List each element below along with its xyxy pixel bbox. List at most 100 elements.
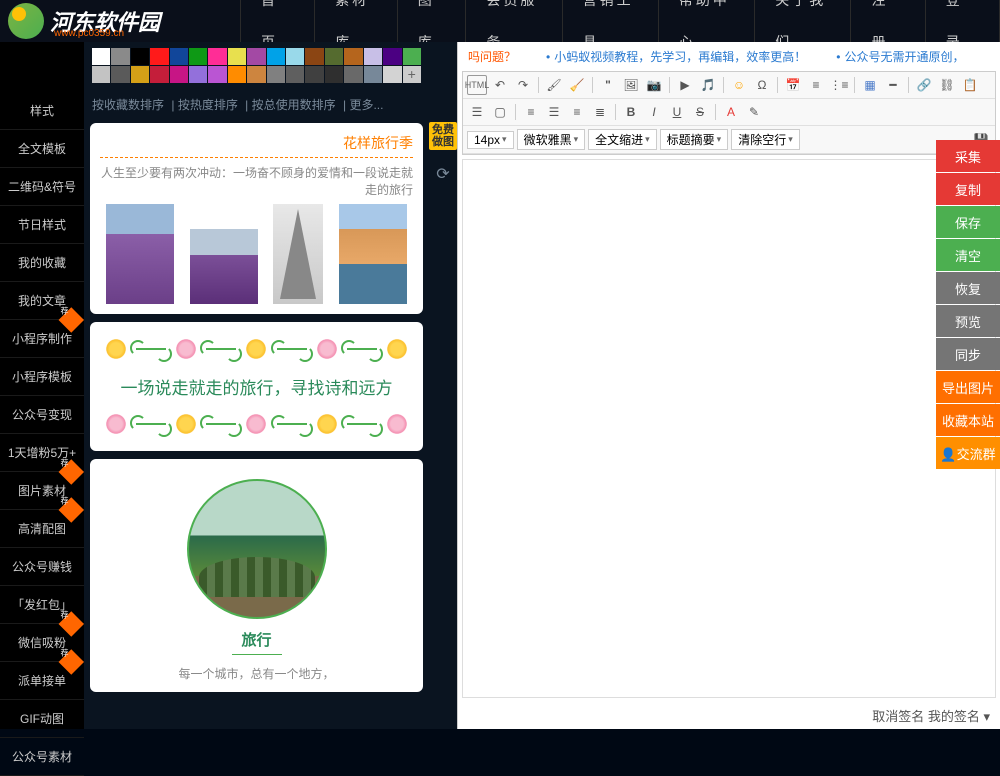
color-swatch[interactable] xyxy=(170,48,188,65)
title-summary-button[interactable]: 标题摘要 xyxy=(660,129,729,150)
announce-1[interactable]: 吗问题？ xyxy=(468,48,516,65)
color-swatch[interactable] xyxy=(305,48,323,65)
italic-button[interactable]: I xyxy=(644,102,664,122)
color-swatch[interactable]: + xyxy=(403,66,421,83)
color-swatch[interactable] xyxy=(403,48,421,65)
undo-button[interactable]: ↶ xyxy=(490,75,510,95)
template-button[interactable]: 📋 xyxy=(960,75,980,95)
hr-button[interactable]: ━ xyxy=(883,75,903,95)
color-swatch[interactable] xyxy=(208,48,226,65)
free-image-button[interactable]: 免费做图 xyxy=(429,122,457,150)
link-button[interactable]: 🔗 xyxy=(914,75,934,95)
right-tool-0[interactable]: 采集 xyxy=(936,140,1000,172)
right-tool-5[interactable]: 预览 xyxy=(936,305,1000,337)
strikethrough-button[interactable]: S xyxy=(690,102,710,122)
table-button[interactable]: ▦ xyxy=(860,75,880,95)
color-swatch[interactable] xyxy=(111,66,129,83)
color-swatch[interactable] xyxy=(189,48,207,65)
template-card-3[interactable]: 旅行 每一个城市，总有一个地方， xyxy=(90,459,423,692)
unordered-list-button[interactable]: ⋮≡ xyxy=(829,75,849,95)
right-tool-3[interactable]: 清空 xyxy=(936,239,1000,271)
color-swatch[interactable] xyxy=(344,48,362,65)
cancel-signature[interactable]: 取消签名 xyxy=(872,709,924,724)
color-swatch[interactable] xyxy=(170,66,188,83)
template-card-1[interactable]: 花样旅行季 人生至少要有两次冲动：一场奋不顾身的爱情和一段说走就走的旅行 xyxy=(90,123,423,314)
color-swatch[interactable] xyxy=(247,66,265,83)
bg-color-button[interactable]: ✎ xyxy=(744,102,764,122)
sidebar-item-11[interactable]: 高清配图 xyxy=(0,510,84,548)
sidebar-item-0[interactable]: 样式 xyxy=(0,92,84,130)
redo-button[interactable]: ↷ xyxy=(513,75,533,95)
emoji-button[interactable]: ☺ xyxy=(729,75,749,95)
color-swatch[interactable] xyxy=(189,66,207,83)
sidebar-item-7[interactable]: 小程序模板 xyxy=(0,358,84,396)
font-size-select[interactable]: 14px xyxy=(467,131,514,149)
ordered-list-button[interactable]: ≡ xyxy=(806,75,826,95)
color-swatch[interactable] xyxy=(228,48,246,65)
color-swatch[interactable] xyxy=(267,66,285,83)
right-tool-6[interactable]: 同步 xyxy=(936,338,1000,370)
font-family-select[interactable]: 微软雅黑 xyxy=(517,129,586,150)
color-swatch[interactable] xyxy=(228,66,246,83)
align-center-button[interactable]: ☰ xyxy=(544,102,564,122)
sidebar-item-6[interactable]: 小程序制作 xyxy=(0,320,84,358)
sidebar-item-1[interactable]: 全文模板 xyxy=(0,130,84,168)
color-swatch[interactable] xyxy=(267,48,285,65)
sidebar-item-2[interactable]: 二维码&符号 xyxy=(0,168,84,206)
unlink-button[interactable]: ⛓ xyxy=(937,75,957,95)
color-swatch[interactable] xyxy=(286,66,304,83)
find-replace-button[interactable]: ▢ xyxy=(490,102,510,122)
color-swatch[interactable] xyxy=(344,66,362,83)
color-swatch[interactable] xyxy=(383,48,401,65)
multi-image-button[interactable]: 📷 xyxy=(644,75,664,95)
align-right-button[interactable]: ≡ xyxy=(567,102,587,122)
sidebar-item-8[interactable]: 公众号变现 xyxy=(0,396,84,434)
editor-content[interactable] xyxy=(462,159,996,698)
color-swatch[interactable] xyxy=(325,48,343,65)
bold-button[interactable]: B xyxy=(621,102,641,122)
color-swatch[interactable] xyxy=(150,48,168,65)
sort-favorites[interactable]: 按收藏数排序 xyxy=(92,98,164,112)
clear-empty-button[interactable]: 清除空行 xyxy=(731,129,800,150)
color-swatch[interactable] xyxy=(208,66,226,83)
right-tool-4[interactable]: 恢复 xyxy=(936,272,1000,304)
video-button[interactable]: ▶ xyxy=(675,75,695,95)
sidebar-item-15[interactable]: 派单接单 xyxy=(0,662,84,700)
color-swatch[interactable] xyxy=(383,66,401,83)
font-color-button[interactable]: A xyxy=(721,102,741,122)
color-swatch[interactable] xyxy=(286,48,304,65)
color-swatch[interactable] xyxy=(305,66,323,83)
sidebar-item-12[interactable]: 公众号赚钱 xyxy=(0,548,84,586)
color-swatch[interactable] xyxy=(131,48,149,65)
sidebar-item-16[interactable]: GIF动图 xyxy=(0,700,84,738)
color-swatch[interactable] xyxy=(364,48,382,65)
color-swatch[interactable] xyxy=(92,66,110,83)
format-painter-button[interactable]: 🖌 xyxy=(544,75,564,95)
sort-more[interactable]: 更多... xyxy=(349,98,383,112)
refresh-icon[interactable]: ⟳ xyxy=(436,164,449,184)
sort-usage[interactable]: 按总使用数排序 xyxy=(252,98,336,112)
color-swatch[interactable] xyxy=(325,66,343,83)
special-char-button[interactable]: Ω xyxy=(752,75,772,95)
color-swatch[interactable] xyxy=(150,66,168,83)
quote-button[interactable]: " xyxy=(598,75,618,95)
align-justify-button[interactable]: ≣ xyxy=(590,102,610,122)
right-tool-7[interactable]: 导出图片 xyxy=(936,371,1000,403)
right-tool-9[interactable]: 👤交流群 xyxy=(936,437,1000,469)
select-all-button[interactable]: ☰ xyxy=(467,102,487,122)
underline-button[interactable]: U xyxy=(667,102,687,122)
color-swatch[interactable] xyxy=(131,66,149,83)
my-signature[interactable]: 我的签名 xyxy=(928,709,980,724)
color-swatch[interactable] xyxy=(247,48,265,65)
right-tool-1[interactable]: 复制 xyxy=(936,173,1000,205)
announce-2[interactable]: •小蚂蚁视频教程，先学习，再编辑，效率更高！ xyxy=(546,48,806,65)
color-swatch[interactable] xyxy=(92,48,110,65)
sort-hot[interactable]: 按热度排序 xyxy=(178,98,238,112)
template-card-2[interactable]: 一场说走就走的旅行，寻找诗和远方 xyxy=(90,322,423,451)
clear-format-button[interactable]: 🧹 xyxy=(567,75,587,95)
audio-button[interactable]: 🎵 xyxy=(698,75,718,95)
indent-select[interactable]: 全文缩进 xyxy=(588,129,657,150)
image-button[interactable]: 🖼 xyxy=(621,75,641,95)
sidebar-item-4[interactable]: 我的收藏 xyxy=(0,244,84,282)
html-source-button[interactable]: HTML xyxy=(467,75,487,95)
